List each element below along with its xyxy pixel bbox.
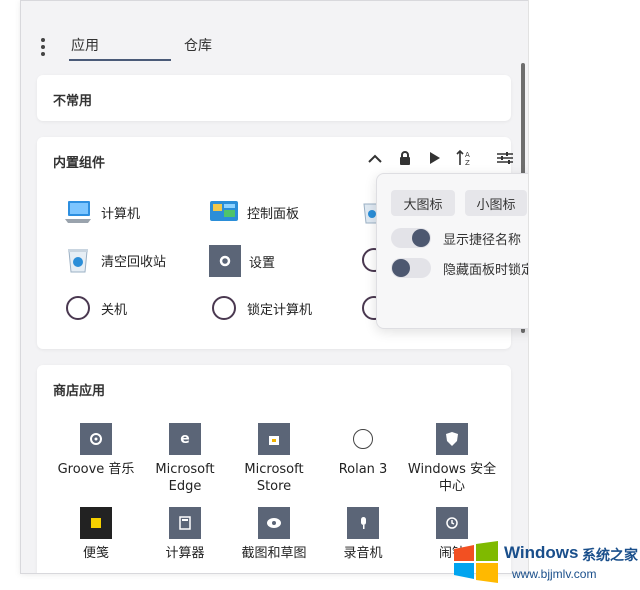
builtin-item-computer[interactable]: 计算机: [63, 197, 140, 227]
lock-icon[interactable]: [394, 148, 416, 168]
show-shortcut-name-toggle[interactable]: [391, 228, 431, 248]
control-panel-icon: [209, 197, 239, 227]
windows-logo-icon: [454, 541, 498, 583]
store-item-recorder[interactable]: 录音机: [318, 507, 408, 562]
microphone-icon: [347, 507, 379, 539]
toggle-row-show-name[interactable]: 显示捷径名称: [391, 228, 521, 248]
store-item-label: Microsoft Edge: [155, 462, 215, 494]
builtin-item-label: 关机: [101, 302, 128, 318]
svg-text:Z: Z: [465, 159, 470, 167]
store-item-sticky-notes[interactable]: 便笺: [51, 507, 141, 562]
builtin-item-label: 锁定计算机: [247, 302, 313, 318]
circle-icon: [209, 293, 239, 323]
store-item-edge[interactable]: e Microsoft Edge: [140, 423, 230, 495]
right-blank-area: [528, 0, 640, 572]
snip-icon: [258, 507, 290, 539]
top-bar: 应用 仓库: [21, 23, 529, 63]
large-icon-button[interactable]: 大图标: [391, 190, 455, 216]
recycle-bin-icon: [63, 245, 93, 275]
store-item-rolan[interactable]: Rolan 3: [318, 423, 408, 478]
store-item-label: 录音机: [343, 546, 383, 561]
store-item-label: 计算器: [165, 546, 205, 561]
lock-when-hidden-toggle[interactable]: [391, 258, 431, 278]
small-icon-button[interactable]: 小图标: [465, 190, 527, 216]
builtin-item-shutdown[interactable]: 关机: [63, 293, 127, 323]
more-menu-icon[interactable]: [41, 35, 47, 59]
watermark-url: www.bjjmlv.com: [512, 567, 597, 581]
builtin-item-label: 清空回收站: [101, 254, 167, 270]
watermark-brand: Windows: [504, 543, 579, 562]
music-icon: [80, 423, 112, 455]
builtin-item-label: 计算机: [101, 206, 141, 222]
circle-icon: [63, 293, 93, 323]
builtin-item-control-panel[interactable]: 控制面板: [209, 197, 299, 227]
circle-icon: [347, 423, 379, 455]
store-item-security[interactable]: Windows 安全中心: [407, 423, 497, 495]
store-item-label: Windows 安全中心: [407, 462, 497, 494]
store-item-calculator[interactable]: 计算器: [140, 507, 230, 562]
svg-text:A: A: [465, 151, 470, 159]
sort-az-icon[interactable]: AZ: [454, 148, 476, 168]
section-title: 商店应用: [53, 384, 106, 399]
store-item-snip-sketch[interactable]: 截图和草图: [229, 507, 319, 562]
store-item-label: Groove 音乐: [57, 462, 135, 477]
watermark-site-cn: 系统之家: [582, 548, 638, 564]
store-item-label: 截图和草图: [241, 546, 307, 561]
builtin-item-empty-recycle-bin[interactable]: 清空回收站: [63, 245, 166, 275]
builtin-item-label: 设置: [249, 255, 276, 271]
tab-apps[interactable]: 应用: [69, 35, 171, 61]
edge-icon: e: [169, 423, 201, 455]
builtin-item-label: 控制面板: [247, 206, 300, 222]
builtin-item-lock-computer[interactable]: 锁定计算机: [209, 293, 312, 323]
toggle-row-lock-hidden[interactable]: 隐藏面板时锁定: [391, 258, 534, 278]
store-item-groove[interactable]: Groove 音乐: [51, 423, 141, 478]
store-item-label: Rolan 3: [338, 462, 388, 477]
store-item-label: Microsoft Store: [244, 462, 304, 494]
gear-icon: [209, 245, 241, 277]
collapse-icon[interactable]: [364, 148, 386, 168]
section-title: 内置组件: [53, 156, 106, 171]
store-item-label: 便笺: [82, 546, 109, 561]
builtin-item-settings[interactable]: 设置: [209, 245, 275, 277]
section-store: 商店应用 Groove 音乐 e Microsoft Edge Microsof…: [37, 365, 511, 573]
section-title: 不常用: [53, 94, 93, 109]
tab-repository[interactable]: 仓库: [184, 35, 212, 55]
play-icon[interactable]: [424, 148, 446, 168]
sticky-note-icon: [80, 507, 112, 539]
settings-sliders-icon[interactable]: [494, 148, 516, 168]
calculator-icon: [169, 507, 201, 539]
toggle-label: 隐藏面板时锁定: [443, 262, 535, 278]
shield-icon: [436, 423, 468, 455]
section-uncommon[interactable]: 不常用: [37, 75, 511, 121]
toggle-label: 显示捷径名称: [443, 232, 522, 248]
builtin-toolbar: AZ: [364, 148, 516, 168]
store-item-store[interactable]: Microsoft Store: [229, 423, 319, 495]
store-bag-icon: [258, 423, 290, 455]
watermark: Windows 系统之家 www.bjjmlv.com: [452, 535, 640, 590]
computer-icon: [63, 197, 93, 227]
